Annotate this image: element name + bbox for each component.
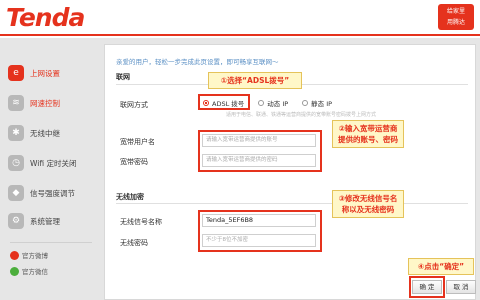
radio-dynamic-ip[interactable]: 动态 IP [258, 98, 288, 108]
highlight-credentials [198, 130, 322, 172]
sidebar-item-wireless-relay[interactable]: ✱ 无线中继 [8, 122, 96, 144]
section-divider [116, 203, 468, 204]
weibo-label: 官方微博 [22, 252, 48, 260]
sidebar-item-label: 网速控制 [30, 98, 60, 108]
speed-icon: ≋ [8, 95, 24, 111]
radio-label: 静态 IP [311, 100, 333, 108]
callout-step-3: ③修改无线信号名称以及无线密码 [332, 190, 404, 218]
cancel-button[interactable]: 取 消 [446, 280, 476, 294]
sidebar-item-speed-control[interactable]: ≋ 网速控制 [8, 92, 96, 114]
signal-icon: ◆ [8, 185, 24, 201]
connection-hint: 适用于电信、联通、铁通等运营商提供的宽带账号密码拨号上网方式 [226, 112, 377, 118]
highlight-adsl [198, 94, 250, 110]
connection-type-label: 联网方式 [120, 101, 148, 109]
sidebar-item-internet-settings[interactable]: e 上网设置 [8, 62, 96, 84]
wechat-label: 官方微信 [22, 268, 48, 276]
weibo-link[interactable]: 官方微博 [10, 250, 48, 260]
ok-button[interactable]: 确 定 [412, 280, 442, 294]
badge-line-2: 用腾达 [446, 19, 465, 26]
radio-dot-icon [302, 100, 309, 106]
ssid-label: 无线信号名称 [120, 218, 162, 226]
radio-static-ip[interactable]: 静态 IP [302, 98, 332, 108]
globe-icon: e [8, 65, 24, 81]
radio-label: 动态 IP [267, 100, 289, 108]
radio-dot-icon [258, 100, 265, 106]
sidebar-item-label: 无线中继 [30, 128, 60, 138]
tenda-logo: Tenda [6, 3, 85, 32]
relay-icon: ✱ [8, 125, 24, 141]
sidebar-item-label: 信号强度调节 [30, 188, 75, 198]
section-title-wan: 联网 [116, 73, 130, 81]
username-label: 宽带用户名 [120, 138, 155, 146]
section-title-wifi: 无线加密 [116, 193, 144, 201]
gear-icon: ⚙ [8, 213, 24, 229]
sidebar-item-label: 上网设置 [30, 68, 60, 78]
highlight-wifi [198, 210, 322, 252]
sidebar-item-label: Wifi 定时关闭 [30, 158, 77, 168]
welcome-text: 亲爱的用户，轻松一步完成此页设置，即可畅享互联网～ [116, 58, 279, 66]
badge-line-1: 给家里 [446, 8, 465, 15]
weibo-icon [10, 250, 19, 260]
wechat-link[interactable]: 官方微信 [10, 266, 48, 276]
callout-step-4: ④点击“确定” [408, 258, 474, 275]
wechat-icon [10, 266, 19, 276]
header: Tenda 给家里 用腾达 [0, 0, 480, 36]
sidebar-item-wifi-timer[interactable]: ◷ Wifi 定时关闭 [8, 152, 96, 174]
wifi-password-label: 无线密码 [120, 239, 148, 247]
password-label: 宽带密码 [120, 158, 148, 166]
sidebar-item-signal-strength[interactable]: ◆ 信号强度调节 [8, 182, 96, 204]
callout-step-2: ②输入宽带运营商提供的账号、密码 [332, 120, 404, 148]
wifi-timer-icon: ◷ [8, 155, 24, 171]
sidebar-item-label: 系统管理 [30, 216, 60, 226]
callout-step-1: ①选择“ADSL拨号” [208, 72, 302, 89]
sidebar-divider [10, 242, 92, 243]
slogan-badge: 给家里 用腾达 [438, 4, 474, 30]
sidebar-item-system-management[interactable]: ⚙ 系统管理 [8, 210, 96, 232]
